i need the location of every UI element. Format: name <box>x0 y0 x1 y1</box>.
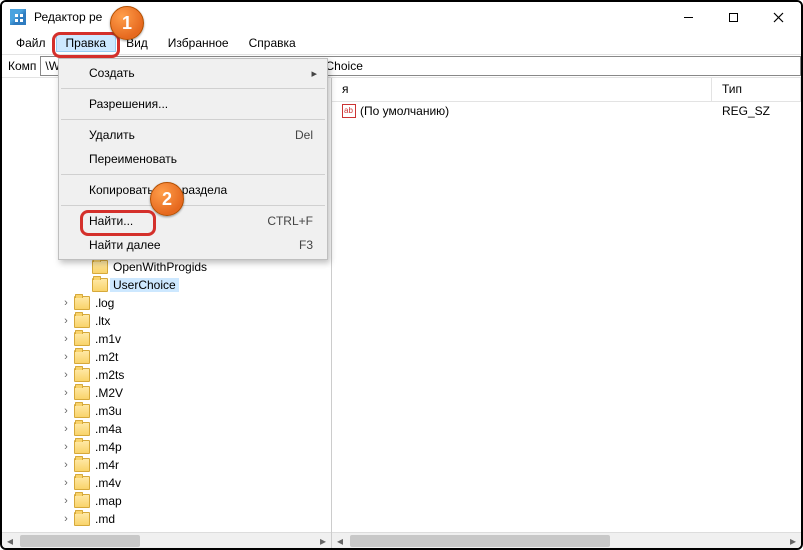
minimize-button[interactable] <box>666 2 711 32</box>
tree-node[interactable]: ›.m2t <box>60 348 331 366</box>
tree-node-userchoice[interactable]: UserChoice <box>78 276 331 294</box>
expander-icon[interactable]: › <box>60 459 72 471</box>
close-button[interactable] <box>756 2 801 32</box>
tree-node[interactable]: ›.md <box>60 510 331 528</box>
tree-node[interactable]: ›.map <box>60 492 331 510</box>
value-type: REG_SZ <box>722 104 791 118</box>
expander-icon[interactable]: › <box>60 423 72 435</box>
value-name: (По умолчанию) <box>360 104 449 118</box>
tree-node[interactable]: ›.m4v <box>60 474 331 492</box>
expander-icon[interactable]: › <box>60 513 72 525</box>
tree-node-openwithprogids[interactable]: OpenWithProgids <box>78 258 331 276</box>
tree-node[interactable]: ›.ltx <box>60 312 331 330</box>
tree-hscrollbar[interactable]: ◂ ▸ <box>2 532 331 548</box>
expander-icon[interactable]: › <box>60 369 72 381</box>
expander-icon[interactable]: › <box>60 405 72 417</box>
expander-icon[interactable]: › <box>60 351 72 363</box>
menu-separator <box>61 174 325 175</box>
scroll-left-icon[interactable]: ◂ <box>332 533 348 549</box>
list-hscrollbar[interactable]: ◂ ▸ <box>332 532 801 548</box>
folder-icon <box>92 260 108 274</box>
menu-find[interactable]: Найти...CTRL+F <box>59 209 327 233</box>
tree-node[interactable]: ›.m4p <box>60 438 331 456</box>
col-type[interactable]: Тип <box>712 78 801 101</box>
menu-rename[interactable]: Переименовать <box>59 147 327 171</box>
tree-node[interactable]: ›.m4a <box>60 420 331 438</box>
folder-icon <box>74 476 90 490</box>
expander-icon[interactable]: › <box>60 441 72 453</box>
menu-delete[interactable]: УдалитьDel <box>59 123 327 147</box>
scroll-right-icon[interactable]: ▸ <box>785 533 801 549</box>
tree-node[interactable]: ›.m2ts <box>60 366 331 384</box>
menu-create[interactable]: Создать <box>59 61 327 85</box>
menu-file[interactable]: Файл <box>6 34 56 52</box>
app-icon <box>10 9 26 25</box>
folder-icon <box>74 386 90 400</box>
col-name[interactable]: я <box>332 78 712 101</box>
folder-icon <box>74 368 90 382</box>
tree-node[interactable]: ›.m1v <box>60 330 331 348</box>
menu-separator <box>61 88 325 89</box>
menu-separator <box>61 205 325 206</box>
scroll-right-icon[interactable]: ▸ <box>315 533 331 549</box>
tree-node[interactable]: ›.log <box>60 294 331 312</box>
list-pane[interactable]: я Тип (По умолчанию) REG_SZ ◂ ▸ <box>332 78 801 548</box>
folder-icon <box>74 512 90 526</box>
folder-icon <box>74 440 90 454</box>
expander-icon[interactable]: › <box>60 387 72 399</box>
menu-permissions[interactable]: Разрешения... <box>59 92 327 116</box>
tree-node[interactable]: ›.m3u <box>60 402 331 420</box>
maximize-button[interactable] <box>711 2 756 32</box>
scroll-left-icon[interactable]: ◂ <box>2 533 18 549</box>
expander-icon[interactable]: › <box>60 477 72 489</box>
folder-icon <box>92 278 108 292</box>
menu-find-next[interactable]: Найти далееF3 <box>59 233 327 257</box>
callout-1: 1 <box>110 6 144 40</box>
edit-dropdown: Создать Разрешения... УдалитьDel Переиме… <box>58 58 328 260</box>
expander-icon[interactable]: › <box>60 315 72 327</box>
folder-icon <box>74 458 90 472</box>
folder-icon <box>74 296 90 310</box>
menu-help[interactable]: Справка <box>239 34 306 52</box>
list-row[interactable]: (По умолчанию) REG_SZ <box>332 102 801 120</box>
tree-node[interactable]: ›.m4r <box>60 456 331 474</box>
folder-icon <box>74 350 90 364</box>
menu-favorites[interactable]: Избранное <box>158 34 239 52</box>
folder-icon <box>74 314 90 328</box>
menu-copy-key-name[interactable]: Копировать имя раздела <box>59 178 327 202</box>
expander-icon[interactable]: › <box>60 297 72 309</box>
menu-edit[interactable]: Правка <box>56 34 117 52</box>
menu-separator <box>61 119 325 120</box>
folder-icon <box>74 332 90 346</box>
folder-icon <box>74 494 90 508</box>
folder-icon <box>74 404 90 418</box>
expander-icon[interactable]: › <box>60 495 72 507</box>
string-value-icon <box>342 104 356 118</box>
window-title: Редактор ре <box>34 10 102 24</box>
address-label: Комп <box>2 59 40 73</box>
callout-2: 2 <box>150 182 184 216</box>
folder-icon <box>74 422 90 436</box>
expander-icon[interactable]: › <box>60 333 72 345</box>
tree-node[interactable]: ›.M2V <box>60 384 331 402</box>
